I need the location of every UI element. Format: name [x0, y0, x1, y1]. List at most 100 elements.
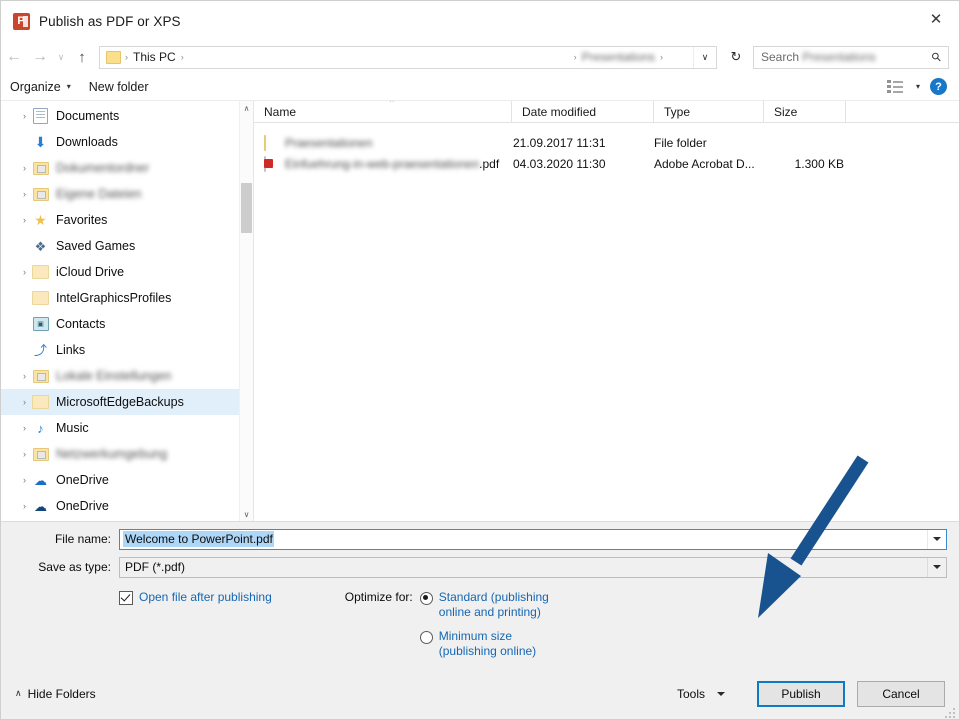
- view-dropdown-icon[interactable]: ▾: [916, 82, 920, 91]
- tree-item-label: Eigene Dateien: [56, 187, 142, 201]
- radio-standard-label: Standard (publishing online and printing): [438, 590, 549, 619]
- scroll-up-icon[interactable]: ∧: [240, 101, 253, 115]
- tree-item-music[interactable]: › ♪ Music: [1, 415, 253, 441]
- expand-chevron-icon[interactable]: ›: [17, 189, 32, 199]
- up-button[interactable]: ↑: [69, 44, 95, 70]
- expand-chevron-icon[interactable]: ›: [17, 371, 32, 381]
- chevron-down-icon: ▾: [66, 82, 71, 91]
- filename-input[interactable]: Welcome to PowerPoint.pdf: [119, 528, 947, 550]
- view-layout-icon[interactable]: [886, 80, 903, 93]
- breadcrumb-separator: ›: [180, 52, 184, 62]
- tree-item-saved-games[interactable]: ❖ Saved Games: [1, 233, 253, 259]
- file-row[interactable]: Praesentationen 21.09.2017 11:31 File fold…: [254, 132, 959, 153]
- tools-button[interactable]: Tools: [669, 682, 733, 706]
- tree-item-lokale-einstellungen[interactable]: › Lokale Einstellungen: [1, 363, 253, 389]
- music-icon: ♪: [37, 420, 44, 436]
- publish-as-pdf-dialog: Publish as PDF or XPS ✕ ← → ∨ ↑ › This P…: [0, 0, 960, 720]
- savetype-dropdown-icon[interactable]: [933, 565, 941, 569]
- tree-item-contacts[interactable]: ▣ Contacts: [1, 311, 253, 337]
- tree-item-label: Lokale Einstellungen: [56, 369, 172, 383]
- open-after-publishing-checkbox[interactable]: Open file after publishing: [119, 590, 272, 668]
- tree-item-label: iCloud Drive: [56, 265, 125, 279]
- radio-selected-icon[interactable]: [419, 592, 433, 605]
- tools-label: Tools: [676, 686, 705, 701]
- organize-button[interactable]: Organize ▾: [1, 76, 80, 98]
- back-button[interactable]: ←: [1, 44, 27, 70]
- tree-item-documents[interactable]: › Documents: [1, 103, 253, 129]
- savetype-label: Save as type:: [38, 560, 111, 574]
- tree-item-links[interactable]: ⤴ Links: [1, 337, 253, 363]
- checkbox-icon[interactable]: [119, 591, 133, 605]
- tree-item-icloud-drive[interactable]: › iCloud Drive: [1, 259, 253, 285]
- column-header-name[interactable]: Name: [254, 101, 512, 122]
- expand-chevron-icon[interactable]: ›: [17, 397, 32, 407]
- expand-chevron-icon[interactable]: ›: [17, 163, 32, 173]
- cloud-icon: ☁: [34, 472, 47, 488]
- navigation-pane-scrollbar[interactable]: ∧ ∨: [239, 101, 253, 521]
- powerpoint-icon: [13, 12, 30, 30]
- expand-chevron-icon[interactable]: ›: [17, 111, 32, 121]
- column-header-size[interactable]: Size: [764, 101, 846, 122]
- file-name-cell[interactable]: Praesentationen: [254, 134, 512, 151]
- search-input[interactable]: Search Presentations ⚲: [753, 45, 949, 69]
- expand-chevron-icon[interactable]: ›: [17, 449, 32, 459]
- filename-label: File name:: [54, 532, 111, 546]
- star-icon: ★: [34, 212, 47, 228]
- scrollbar-thumb[interactable]: [241, 183, 252, 233]
- expand-chevron-icon[interactable]: ›: [17, 501, 32, 511]
- tree-item-intelgraphicsprofiles[interactable]: IntelGraphicsProfiles: [1, 285, 253, 311]
- organize-label: Organize: [10, 79, 61, 94]
- tree-item-downloads[interactable]: ⬇ Downloads: [1, 129, 253, 155]
- forward-button[interactable]: →: [27, 44, 53, 70]
- open-after-publishing-label: Open file after publishing: [139, 590, 272, 604]
- cancel-button[interactable]: Cancel: [857, 680, 945, 707]
- tree-item-netzwerkumgebung[interactable]: › Netzwerkumgebung: [1, 441, 253, 467]
- file-type-cell: Adobe Acrobat D...: [654, 156, 755, 171]
- tree-item-microsoftedgebackups[interactable]: › MicrosoftEdgeBackups: [1, 389, 253, 415]
- hide-folders-label: Hide Folders: [27, 686, 96, 701]
- expand-chevron-icon[interactable]: ›: [17, 475, 32, 485]
- refresh-icon[interactable]: ↻: [723, 45, 749, 70]
- close-icon[interactable]: ✕: [913, 1, 959, 37]
- file-row[interactable]: Einfuehrung-in-web-praesentationen.pdf 04…: [254, 153, 959, 174]
- tree-item-favorites[interactable]: › ★ Favorites: [1, 207, 253, 233]
- file-date-cell: 21.09.2017 11:31: [513, 135, 606, 150]
- search-icon: ⚲: [928, 48, 945, 66]
- address-dropdown-icon[interactable]: ∨: [693, 46, 716, 68]
- resize-grip[interactable]: [945, 708, 955, 718]
- recent-locations-button[interactable]: ∨: [53, 44, 69, 70]
- radio-unselected-icon[interactable]: [419, 631, 433, 644]
- radio-minimum-size[interactable]: Minimum size (publishing online): [419, 629, 549, 659]
- tree-item-label: Contacts: [56, 317, 106, 331]
- scroll-down-icon[interactable]: ∨: [240, 507, 253, 521]
- new-folder-button[interactable]: New folder: [80, 76, 158, 98]
- savetype-select[interactable]: PDF (*.pdf): [119, 556, 947, 578]
- expand-chevron-icon[interactable]: ›: [17, 267, 32, 277]
- expand-chevron-icon[interactable]: ›: [17, 423, 32, 433]
- help-icon[interactable]: ?: [930, 78, 947, 95]
- radio-standard[interactable]: Standard (publishing online and printing): [419, 590, 549, 620]
- pdf-file-icon: [264, 155, 278, 172]
- file-list-top-gap: [254, 123, 959, 132]
- breadcrumb-this-pc[interactable]: This PC: [130, 50, 179, 64]
- address-bar[interactable]: › This PC › › Presentations › ∨: [99, 45, 717, 69]
- publish-button[interactable]: Publish: [757, 680, 845, 707]
- tree-item-label: OneDrive: [56, 473, 109, 487]
- tree-item-onedrive[interactable]: › ☁ OneDrive: [1, 467, 253, 493]
- expand-chevron-icon[interactable]: ›: [17, 215, 32, 225]
- navigation-pane: › Documents ⬇ Downloads › Dokumentordner › Eige…: [1, 101, 253, 521]
- column-header-date[interactable]: Date modified: [512, 101, 654, 122]
- tree-item-eigene-dateien[interactable]: › Eigene Dateien: [1, 181, 253, 207]
- filename-dropdown-icon[interactable]: [933, 537, 941, 541]
- tree-item-label: Downloads: [56, 135, 118, 149]
- column-header-type[interactable]: Type: [654, 101, 764, 122]
- tree-item-onedrive[interactable]: › ☁ OneDrive: [1, 493, 253, 519]
- tree-item-dokumentordner[interactable]: › Dokumentordner: [1, 155, 253, 181]
- tree-item-label: Saved Games: [56, 239, 136, 253]
- hide-folders-button[interactable]: ∧ Hide Folders: [15, 687, 96, 701]
- folder-icon: [32, 395, 49, 410]
- options-row: Open file after publishing Optimize for:…: [1, 590, 959, 668]
- file-name-cell[interactable]: Einfuehrung-in-web-praesentationen.pdf: [254, 155, 512, 172]
- search-placeholder: Search Presentations: [761, 50, 876, 64]
- breadcrumb-current-folder[interactable]: Presentations: [579, 50, 658, 64]
